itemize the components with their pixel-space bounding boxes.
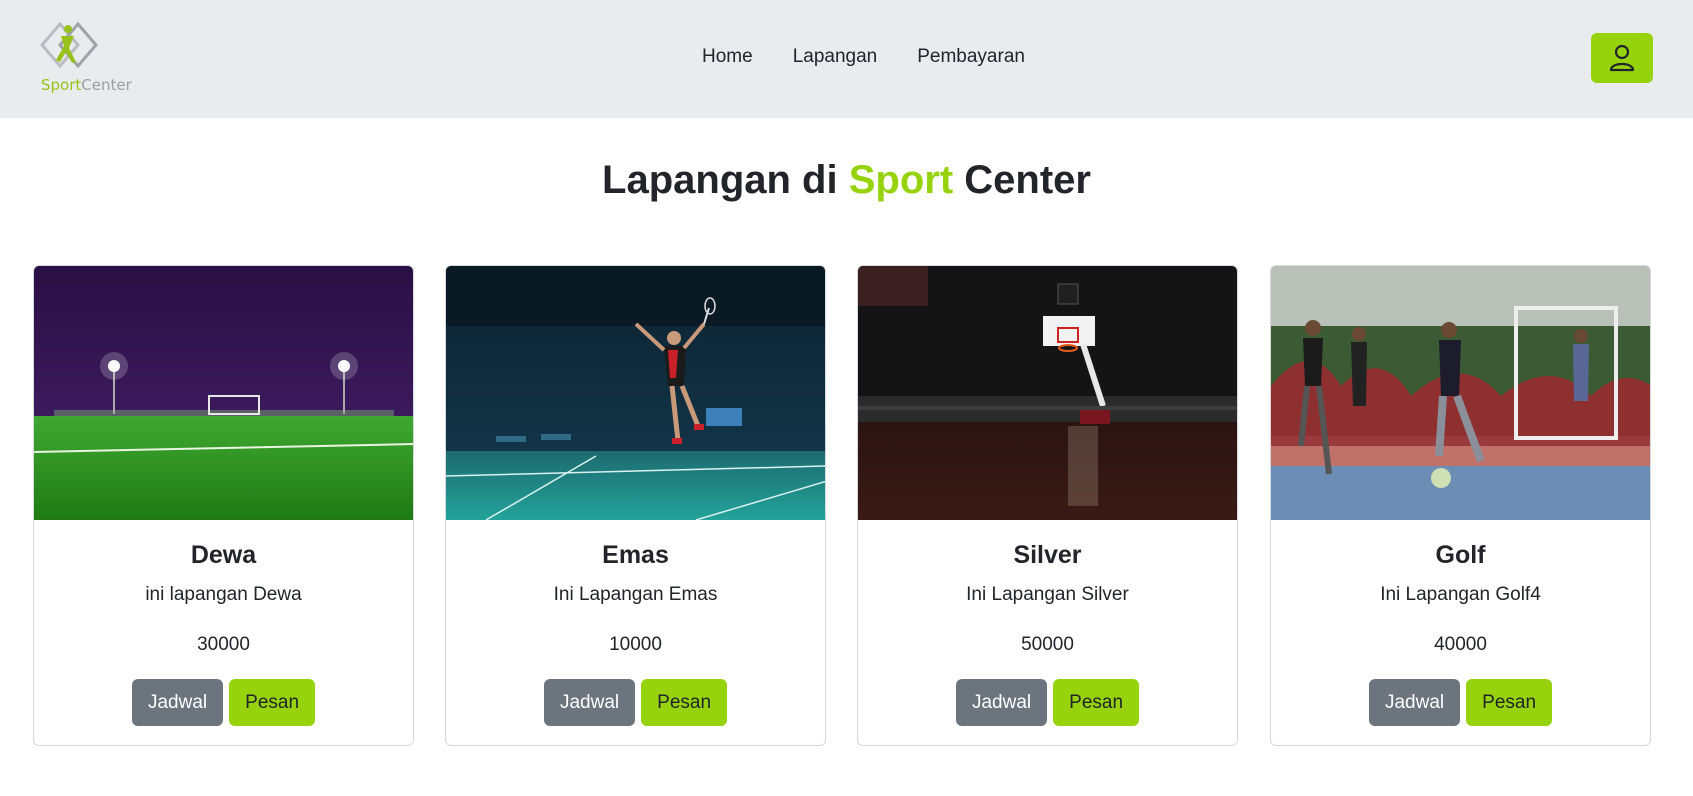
sportcenter-logo-icon [40,21,98,69]
book-button[interactable]: Pesan [1053,679,1140,726]
nav-link-home[interactable]: Home [702,46,753,68]
schedule-button[interactable]: Jadwal [955,679,1048,726]
field-card: Emas Ini Lapangan Emas 10000 Jadwal Pesa… [445,265,826,746]
schedule-button[interactable]: Jadwal [1368,679,1461,726]
brand-logo[interactable]: SportCenter [38,20,132,98]
field-card: Dewa ini lapangan Dewa 30000 Jadwal Pesa… [33,265,414,746]
nav-links: Home Lapangan Pembayaran [702,46,1065,68]
brand-name: SportCenter [41,76,132,94]
page-title: Lapangan di Sport Center [602,158,1091,202]
card-description: Ini Lapangan Emas [553,584,718,605]
field-card-list: Dewa ini lapangan Dewa 30000 Jadwal Pesa… [33,265,1653,747]
card-title: Emas [602,541,669,569]
basketball-arena-photo [858,266,1237,520]
card-price: 10000 [609,634,662,655]
card-description: Ini Lapangan Silver [966,584,1129,605]
nav-link-lapangan[interactable]: Lapangan [793,46,878,68]
card-actions: Jadwal Pesan [858,679,1237,726]
card-price: 40000 [1434,634,1487,655]
user-icon [1609,44,1635,72]
book-button[interactable]: Pesan [229,679,316,726]
navbar: SportCenter Home Lapangan Pembayaran [0,0,1693,118]
book-button[interactable]: Pesan [641,679,728,726]
card-price: 50000 [1021,634,1074,655]
card-price: 30000 [197,634,250,655]
card-title: Silver [1013,541,1082,569]
futsal-players-photo [1271,266,1650,520]
card-actions: Jadwal Pesan [1271,679,1650,726]
card-title: Golf [1435,541,1486,569]
card-description: ini lapangan Dewa [145,584,302,605]
badminton-player-jump-photo [446,266,825,520]
schedule-button[interactable]: Jadwal [543,679,636,726]
book-button[interactable]: Pesan [1466,679,1553,726]
card-title: Dewa [190,541,257,569]
card-actions: Jadwal Pesan [446,679,825,726]
field-card: Silver Ini Lapangan Silver 50000 Jadwal … [857,265,1238,746]
card-description: Ini Lapangan Golf4 [1380,584,1541,605]
user-account-button[interactable] [1591,33,1653,83]
soccer-field-night-photo [34,266,413,520]
schedule-button[interactable]: Jadwal [131,679,224,726]
nav-link-pembayaran[interactable]: Pembayaran [917,46,1025,68]
field-card: Golf Ini Lapangan Golf4 40000 Jadwal Pes… [1270,265,1651,746]
card-actions: Jadwal Pesan [34,679,413,726]
